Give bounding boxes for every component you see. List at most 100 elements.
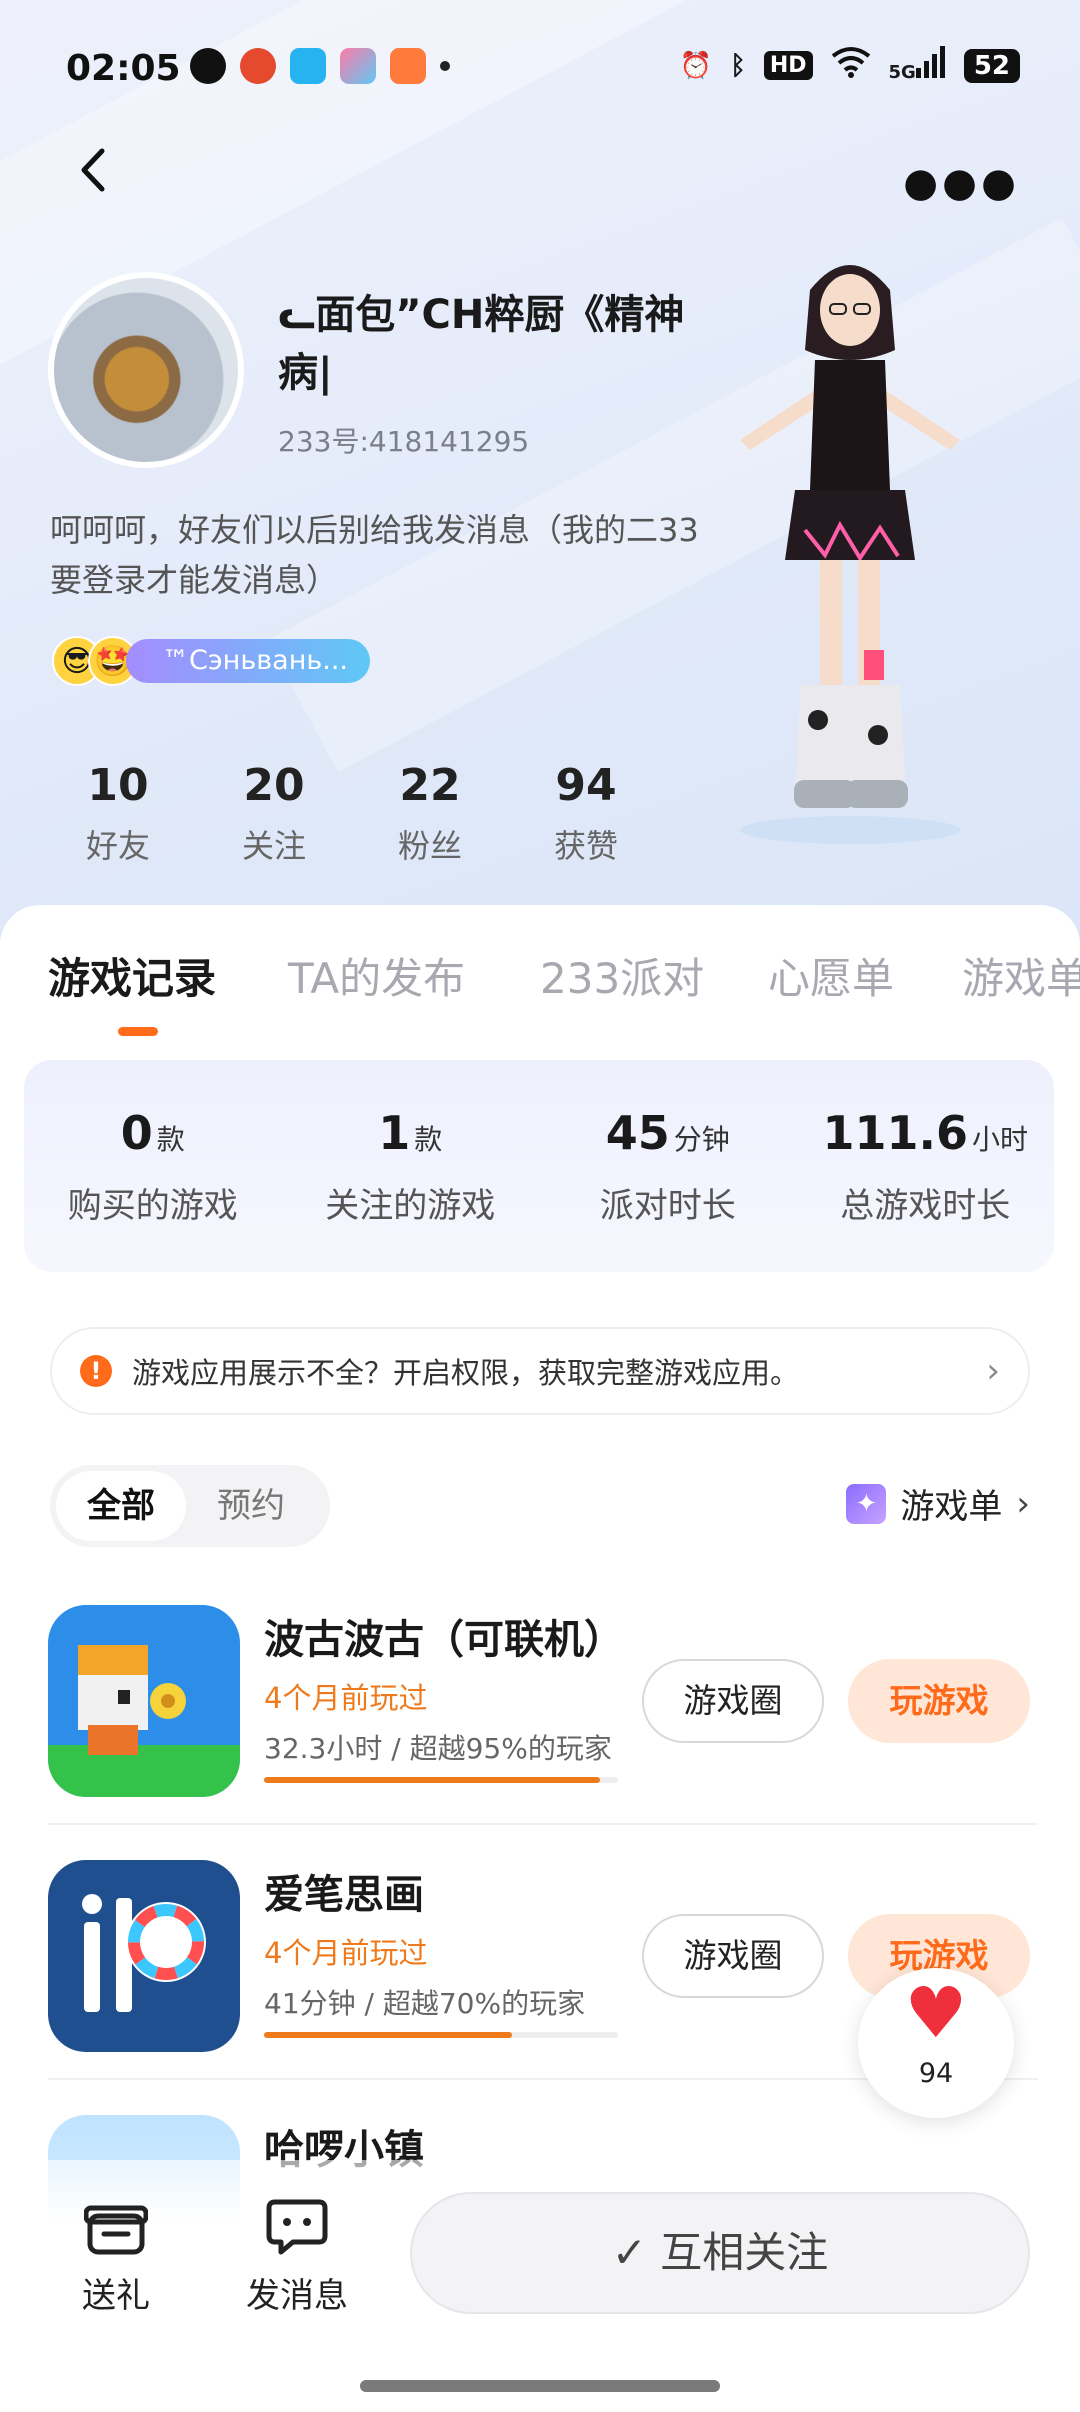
last-played: 4个月前玩过 bbox=[264, 1681, 428, 1715]
chevron-right-icon: › bbox=[986, 1351, 1000, 1391]
summary-total-time[interactable]: 111.6 小时总游戏时长 bbox=[797, 1060, 1055, 1272]
summary-unit: 分钟 bbox=[673, 1123, 730, 1156]
message-label: 发消息 bbox=[246, 2276, 348, 2316]
tab-wishlist[interactable]: 心愿单 bbox=[768, 945, 894, 1006]
summary-label: 派对时长 bbox=[599, 1186, 736, 1226]
gift-label: 送礼 bbox=[82, 2276, 150, 2316]
back-arrow-icon[interactable] bbox=[70, 145, 120, 195]
stat-likes[interactable]: 94 获赞 bbox=[508, 760, 664, 867]
wechat-icon bbox=[190, 48, 226, 84]
game-circle-button[interactable]: 游戏圈 bbox=[642, 1659, 824, 1743]
bottom-action-bar: 送礼 发消息 ✓ 互相关注 bbox=[0, 2160, 1080, 2412]
stat-following[interactable]: 20 关注 bbox=[196, 760, 352, 867]
stat-value: 10 bbox=[87, 760, 149, 811]
wifi-icon bbox=[831, 46, 871, 85]
like-button[interactable]: ♥ 94 bbox=[858, 1968, 1014, 2118]
avatar[interactable] bbox=[48, 272, 244, 468]
signal-icon: 5G bbox=[889, 46, 946, 85]
summary-unit: 小时 bbox=[972, 1123, 1029, 1156]
checkmark-icon: ✓ bbox=[611, 2228, 661, 2277]
summary-unit: 款 bbox=[414, 1123, 443, 1156]
gift-icon bbox=[83, 2205, 149, 2255]
stat-label: 获赞 bbox=[553, 827, 618, 865]
battery-icon: 52 bbox=[963, 48, 1020, 83]
stat-value: 94 bbox=[555, 760, 617, 811]
gift-button[interactable]: 送礼 bbox=[82, 2196, 150, 2317]
summary-label: 关注的游戏 bbox=[325, 1186, 496, 1226]
tab-game-record[interactable]: 游戏记录 bbox=[48, 945, 216, 1006]
title-badge[interactable]: ™Сэньвань... bbox=[126, 639, 371, 683]
summary-label: 购买的游戏 bbox=[67, 1186, 238, 1226]
heart-icon: ♥ bbox=[904, 1972, 968, 2054]
bluetooth-icon: ᛒ bbox=[730, 50, 746, 81]
badge-row[interactable]: 😎 🤩 ™Сэньвань... bbox=[52, 636, 371, 686]
stat-followers[interactable]: 22 粉丝 bbox=[352, 760, 508, 867]
more-options-icon[interactable]: ●●● bbox=[903, 160, 1020, 206]
progress-fill bbox=[264, 1777, 601, 1783]
app-icon bbox=[390, 48, 426, 84]
game-summary: 0 款购买的游戏 1 款关注的游戏 45 分钟 派对时长 111.6 小时 总游戏时长 bbox=[24, 1060, 1054, 1272]
avatar-3d-character[interactable] bbox=[700, 230, 1000, 850]
game-icon-ibispaint bbox=[48, 1860, 240, 2052]
more-notifications-dot bbox=[440, 61, 450, 71]
stat-label: 好友 bbox=[85, 827, 150, 865]
filter-all[interactable]: 全部 bbox=[56, 1471, 186, 1541]
warning-icon: ! bbox=[80, 1355, 112, 1387]
summary-value: 0 bbox=[120, 1106, 153, 1160]
game-item[interactable]: 波古波古（可联机） 4个月前玩过 32.3小时 / 超越95%的玩家 游戏圈 玩… bbox=[48, 1605, 1038, 1835]
stat-label: 粉丝 bbox=[397, 827, 462, 865]
tab-party[interactable]: 233派对 bbox=[540, 945, 704, 1006]
profile-header: 02:05 ⏰ ᛒ HD 5G 52 ●●● ᓚ面包”CH粹厨《精神病| 233… bbox=[0, 0, 1080, 940]
divider bbox=[48, 1823, 1038, 1825]
status-time: 02:05 bbox=[66, 48, 181, 89]
qq-icon bbox=[290, 48, 326, 84]
status-bar: 02:05 ⏰ ᛒ HD 5G 52 bbox=[0, 0, 1080, 140]
filter-reserve[interactable]: 预约 bbox=[186, 1471, 316, 1541]
mutual-follow-button[interactable]: ✓ 互相关注 bbox=[410, 2192, 1030, 2314]
notice-text: 游戏应用展示不全？开启权限，获取完整游戏应用。 bbox=[132, 1356, 800, 1390]
message-button[interactable]: 发消息 bbox=[246, 2196, 348, 2317]
app-icon bbox=[240, 48, 276, 84]
profile-tabs: 游戏记录 TA的发布 233派对 心愿单 游戏单 bbox=[0, 945, 1080, 1025]
play-stats: 32.3小时 / 超越95%的玩家 bbox=[264, 1732, 612, 1765]
stat-value: 20 bbox=[243, 760, 305, 811]
summary-label: 总游戏时长 bbox=[840, 1186, 1011, 1226]
like-count: 94 bbox=[918, 2058, 954, 2089]
game-list-label: 游戏单 bbox=[900, 1487, 1003, 1527]
summary-value: 111.6 bbox=[822, 1106, 968, 1160]
chat-bubble-icon bbox=[266, 2199, 328, 2255]
play-game-button[interactable]: 玩游戏 bbox=[848, 1659, 1030, 1743]
notification-icons bbox=[190, 48, 450, 84]
summary-purchased[interactable]: 0 款购买的游戏 bbox=[24, 1060, 282, 1272]
game-circle-button[interactable]: 游戏圈 bbox=[642, 1914, 824, 1998]
stat-label: 关注 bbox=[241, 827, 306, 865]
profile-stats: 10 好友 20 关注 22 粉丝 94 获赞 bbox=[40, 760, 664, 867]
summary-party-time[interactable]: 45 分钟派对时长 bbox=[539, 1060, 797, 1272]
permission-notice[interactable]: ! 游戏应用展示不全？开启权限，获取完整游戏应用。 › bbox=[50, 1327, 1030, 1415]
filter-segment: 全部 预约 bbox=[50, 1465, 330, 1547]
active-tab-indicator bbox=[118, 1027, 158, 1036]
playtime-progress bbox=[264, 1777, 618, 1783]
summary-followed[interactable]: 1 款关注的游戏 bbox=[282, 1060, 540, 1272]
user-id[interactable]: 233号:418141295 bbox=[278, 420, 529, 460]
game-list-link[interactable]: ✦ 游戏单 › bbox=[846, 1479, 1030, 1528]
bio: 呵呵呵，好友们以后别给我发消息（我的二33要登录才能发消息） bbox=[50, 511, 699, 599]
tab-game-list[interactable]: 游戏单 bbox=[962, 945, 1080, 1006]
tab-posts[interactable]: TA的发布 bbox=[288, 945, 465, 1006]
game-icon-bogu bbox=[48, 1605, 240, 1797]
home-indicator[interactable] bbox=[360, 2380, 720, 2392]
chevron-right-icon: › bbox=[1016, 1483, 1030, 1524]
hd-icon: HD bbox=[763, 51, 813, 80]
summary-unit: 款 bbox=[156, 1123, 185, 1156]
playtime-progress bbox=[264, 2032, 618, 2038]
system-icons: ⏰ ᛒ HD 5G 52 bbox=[680, 46, 1020, 85]
follow-label: 互相关注 bbox=[660, 2228, 829, 2277]
play-stats: 41分钟 / 超越70%的玩家 bbox=[264, 1987, 586, 2020]
stat-value: 22 bbox=[399, 760, 461, 811]
stat-friends[interactable]: 10 好友 bbox=[40, 760, 196, 867]
sparkle-icon: ✦ bbox=[846, 1483, 887, 1524]
game-name: 波古波古（可联机） bbox=[264, 1617, 624, 1663]
last-played: 4个月前玩过 bbox=[264, 1936, 428, 1970]
app-icon bbox=[340, 48, 376, 84]
summary-value: 45 bbox=[605, 1106, 670, 1160]
